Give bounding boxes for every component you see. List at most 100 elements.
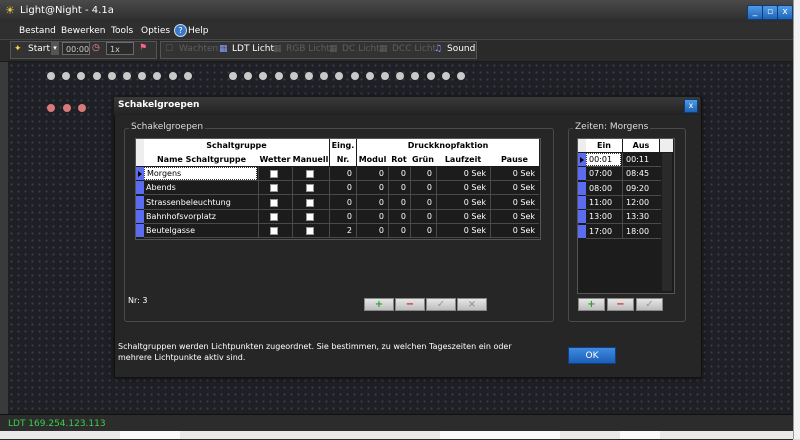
time-cell-aus[interactable]: 18:00 [626,227,649,236]
time-cell-ein[interactable]: 07:00 [589,169,612,178]
light-point[interactable] [47,72,55,80]
light-point-red[interactable] [62,104,71,112]
time-cell-aus[interactable]: 12:00 [626,198,649,207]
table-cell-name[interactable]: Abends [146,183,176,192]
alarm-clock-icon[interactable]: ◷ [92,43,100,53]
light-point[interactable] [426,72,435,80]
table-cell-eing[interactable]: 0 [330,169,352,178]
cancel-group-button[interactable]: × [457,298,487,311]
time-row-indicator[interactable] [578,210,586,224]
time-cell-ein[interactable]: 13:00 [589,212,612,221]
table-cell-name[interactable]: Bahnhofsvorplatz [146,212,216,221]
row-indicator[interactable] [136,209,144,223]
table-cell-pause[interactable]: 0 Sek [490,212,535,221]
light-point[interactable] [350,72,359,80]
light-point-red[interactable] [47,104,55,112]
time-row-indicator[interactable] [578,181,586,195]
wetter-checkbox[interactable] [270,198,278,207]
light-point[interactable] [123,72,131,80]
table-cell-rot[interactable]: 0 [388,169,406,178]
light-point[interactable] [457,72,465,80]
wetter-checkbox[interactable] [270,184,278,193]
wetter-checkbox[interactable] [270,170,278,178]
table-cell-laufzeit[interactable]: 0 Sek [436,198,486,207]
table-cell-pause[interactable]: 0 Sek [490,198,535,207]
toolbar-sound[interactable]: Sound [447,44,475,54]
header-manuell[interactable]: Manuell [292,155,329,164]
time-input[interactable]: 00:00 [62,42,90,55]
start-dropdown-chevron-icon[interactable]: ▾ [51,42,59,55]
table-cell-gruen[interactable]: 0 [410,183,432,192]
table-cell-modul[interactable]: 0 [357,198,384,207]
toolbar-rgb-licht[interactable]: RGB Licht [286,44,330,54]
table-cell-laufzeit[interactable]: 0 Sek [436,169,486,178]
times-scrollbar[interactable] [662,153,672,291]
table-cell-pause[interactable]: 0 Sek [490,226,535,235]
table-cell-modul[interactable]: 0 [357,169,384,178]
row-indicator[interactable] [136,224,144,238]
confirm-time-button[interactable]: ✓ [636,298,663,311]
light-point[interactable] [274,72,283,80]
toolbar-wachten[interactable]: Wachten [179,44,218,54]
confirm-group-button[interactable]: ✓ [426,298,456,311]
wetter-checkbox[interactable] [270,212,278,221]
minimize-button[interactable]: _ [747,5,763,20]
light-point-red[interactable] [78,104,86,112]
times-header-ein[interactable]: Ein [586,139,622,152]
light-point[interactable] [92,72,101,80]
table-cell-gruen[interactable]: 0 [410,226,432,235]
add-group-button[interactable]: + [364,298,394,311]
start-button[interactable]: Start [28,44,50,54]
light-point[interactable] [441,72,450,80]
table-cell-pause[interactable]: 0 Sek [490,183,535,192]
header-pause[interactable]: Pause [490,155,539,164]
light-point[interactable] [229,72,237,80]
table-cell-name[interactable]: Strassenbeleuchtung [146,198,231,207]
menu-help[interactable]: Help [188,26,209,36]
table-cell-rot[interactable]: 0 [388,212,406,221]
time-cell-ein[interactable]: 08:00 [589,184,612,193]
close-button[interactable]: x [777,5,793,20]
table-cell-pause[interactable]: 0 Sek [490,169,535,178]
time-cell-aus[interactable]: 09:20 [626,184,649,193]
table-cell-name[interactable]: Morgens [144,167,257,180]
table-cell-laufzeit[interactable]: 0 Sek [436,212,486,221]
table-cell-name[interactable]: Beutelgasse [146,226,195,235]
light-point[interactable] [183,72,192,80]
light-point[interactable] [107,72,116,80]
manuell-checkbox[interactable] [306,170,314,178]
header-gruen[interactable]: Grün [410,155,436,164]
time-cell-aus[interactable]: 13:30 [626,212,649,221]
time-cell-ein[interactable]: 00:01 [586,153,621,166]
table-cell-gruen[interactable]: 0 [410,198,432,207]
table-cell-modul[interactable]: 0 [357,183,384,192]
toolbar-dcc-licht[interactable]: DCC Licht [392,44,436,54]
times-header-aus[interactable]: Aus [623,139,659,152]
row-indicator[interactable] [136,195,144,209]
time-cell-ein[interactable]: 11:00 [589,198,612,207]
light-point[interactable] [365,72,374,80]
light-point[interactable] [168,72,177,80]
header-laufzeit[interactable]: Laufzeit [436,155,490,164]
table-cell-modul[interactable]: 0 [357,226,384,235]
table-cell-eing[interactable]: 0 [330,198,352,207]
toolbar-ldt-licht[interactable]: LDT Licht [232,44,274,54]
ok-button[interactable]: OK [568,347,616,364]
menu-bestand[interactable]: Bestand [19,26,56,36]
menu-tools[interactable]: Tools [111,26,133,36]
delete-time-button[interactable]: − [607,298,634,311]
table-cell-rot[interactable]: 0 [388,226,406,235]
manuell-checkbox[interactable] [306,198,314,207]
time-cell-aus[interactable]: 00:11 [626,155,649,164]
toolbar-dc-licht[interactable]: DC Licht [342,44,380,54]
time-cell-aus[interactable]: 08:45 [626,169,649,178]
header-rot[interactable]: Rot [388,155,410,164]
add-time-button[interactable]: + [578,298,605,311]
row-indicator[interactable] [136,181,144,195]
table-cell-gruen[interactable]: 0 [410,212,432,221]
table-cell-rot[interactable]: 0 [388,183,406,192]
wetter-checkbox[interactable] [270,227,278,236]
manuell-checkbox[interactable] [306,184,314,193]
time-row-indicator[interactable] [578,167,586,181]
table-cell-laufzeit[interactable]: 0 Sek [436,183,486,192]
